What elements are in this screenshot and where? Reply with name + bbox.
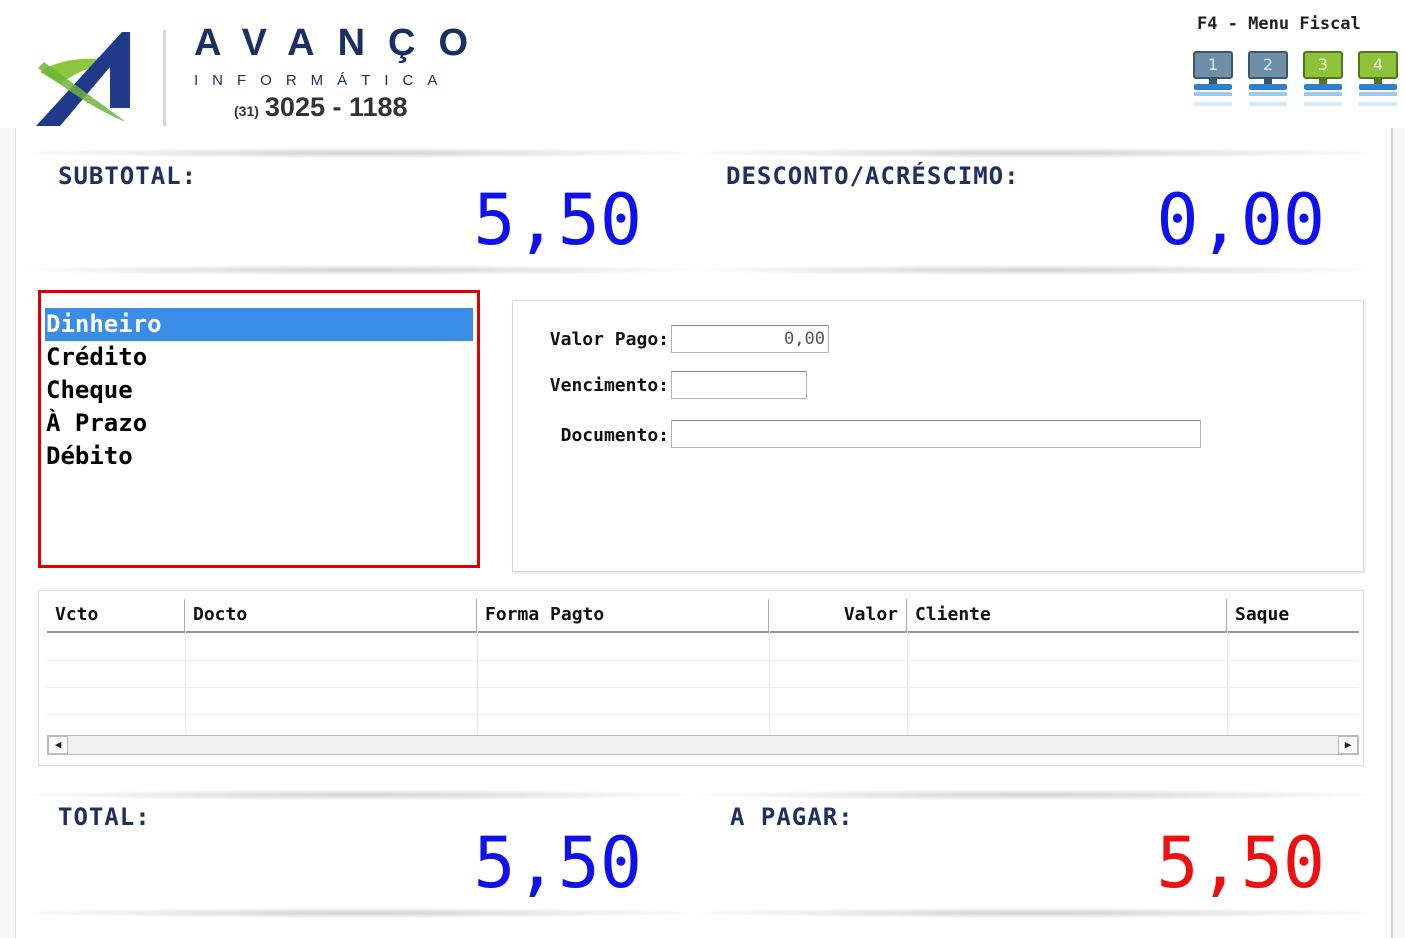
terminal-2-number: 2 xyxy=(1263,55,1273,74)
valor-pago-input[interactable]: 0,00 xyxy=(671,325,829,353)
divider-shadow xyxy=(30,790,690,800)
documento-input[interactable] xyxy=(671,420,1201,448)
column-header-saque[interactable]: Saque xyxy=(1227,599,1359,631)
scroll-right-icon[interactable]: ▶ xyxy=(1338,736,1358,754)
divider-shadow xyxy=(700,790,1370,800)
to-pay-value: 5,50 xyxy=(1156,822,1325,904)
vencimento-input[interactable] xyxy=(671,371,807,399)
payment-method-credito[interactable]: Crédito xyxy=(41,341,477,374)
brand-name: AVANÇO xyxy=(194,22,492,64)
brand-subtitle: INFORMÁTICA xyxy=(194,72,452,89)
column-separator xyxy=(1227,631,1228,736)
grid-row[interactable] xyxy=(47,660,1359,688)
terminal-3-number: 3 xyxy=(1318,55,1328,74)
phone-area-code: (31) xyxy=(234,103,259,119)
column-separator xyxy=(185,631,186,736)
discount-label: DESCONTO/ACRÉSCIMO: xyxy=(726,162,1020,190)
terminal-2-icon[interactable]: 2 xyxy=(1247,50,1289,112)
brand-phone: (31) 3025 - 1188 xyxy=(234,92,408,123)
logo-divider xyxy=(163,30,166,126)
grid-header: Vcto Docto Forma Pagto Valor Cliente Saq… xyxy=(47,599,1359,633)
column-separator xyxy=(477,631,478,736)
subtotal-value: 5,50 xyxy=(473,179,642,261)
divider-shadow xyxy=(700,148,1370,158)
grid-row[interactable] xyxy=(47,687,1359,715)
divider-shadow xyxy=(700,265,1370,275)
column-separator xyxy=(769,631,770,736)
payment-method-cheque[interactable]: Cheque xyxy=(41,374,477,407)
grid-row[interactable] xyxy=(47,633,1359,661)
to-pay-label: A PAGAR: xyxy=(730,803,854,831)
column-header-cliente[interactable]: Cliente xyxy=(907,599,1227,631)
terminal-4-number: 4 xyxy=(1373,55,1383,74)
valor-pago-label: Valor Pago: xyxy=(549,329,669,350)
app-header: AVANÇO INFORMÁTICA (31) 3025 - 1188 F4 - … xyxy=(0,0,1405,128)
column-separator xyxy=(907,631,908,736)
terminal-1-number: 1 xyxy=(1208,55,1218,74)
divider-shadow xyxy=(30,265,690,275)
column-header-vcto[interactable]: Vcto xyxy=(47,599,185,631)
payment-method-list[interactable]: Dinheiro Crédito Cheque À Prazo Débito xyxy=(38,290,480,568)
terminal-3-icon[interactable]: 3 xyxy=(1302,50,1344,112)
fiscal-menu-label: F4 - Menu Fiscal xyxy=(1197,14,1361,34)
documento-label: Documento: xyxy=(560,425,669,446)
divider-shadow xyxy=(30,148,690,158)
scroll-left-icon[interactable]: ◀ xyxy=(48,736,68,754)
payment-method-a-prazo[interactable]: À Prazo xyxy=(41,407,477,440)
payment-method-debito[interactable]: Débito xyxy=(41,440,477,473)
divider-shadow xyxy=(30,908,690,918)
horizontal-scrollbar[interactable]: ◀ ▶ xyxy=(47,735,1359,755)
avanco-logo-icon xyxy=(36,32,130,126)
column-header-docto[interactable]: Docto xyxy=(185,599,477,631)
column-header-forma-pagto[interactable]: Forma Pagto xyxy=(477,599,769,631)
divider-shadow xyxy=(700,908,1370,918)
vencimento-label: Vencimento: xyxy=(549,375,669,396)
total-value: 5,50 xyxy=(473,822,642,904)
payment-fields-panel: Valor Pago: 0,00 Vencimento: Documento: xyxy=(512,300,1364,572)
column-header-valor[interactable]: Valor xyxy=(769,599,907,631)
terminal-4-icon[interactable]: 4 xyxy=(1357,50,1399,112)
subtotal-label: SUBTOTAL: xyxy=(58,162,198,190)
terminal-1-icon[interactable]: 1 xyxy=(1192,50,1234,112)
payment-method-dinheiro[interactable]: Dinheiro xyxy=(45,308,473,341)
payments-grid[interactable]: Vcto Docto Forma Pagto Valor Cliente Saq… xyxy=(38,590,1364,766)
discount-value: 0,00 xyxy=(1156,179,1325,261)
total-label: TOTAL: xyxy=(58,803,151,831)
phone-number: 3025 - 1188 xyxy=(264,92,408,122)
